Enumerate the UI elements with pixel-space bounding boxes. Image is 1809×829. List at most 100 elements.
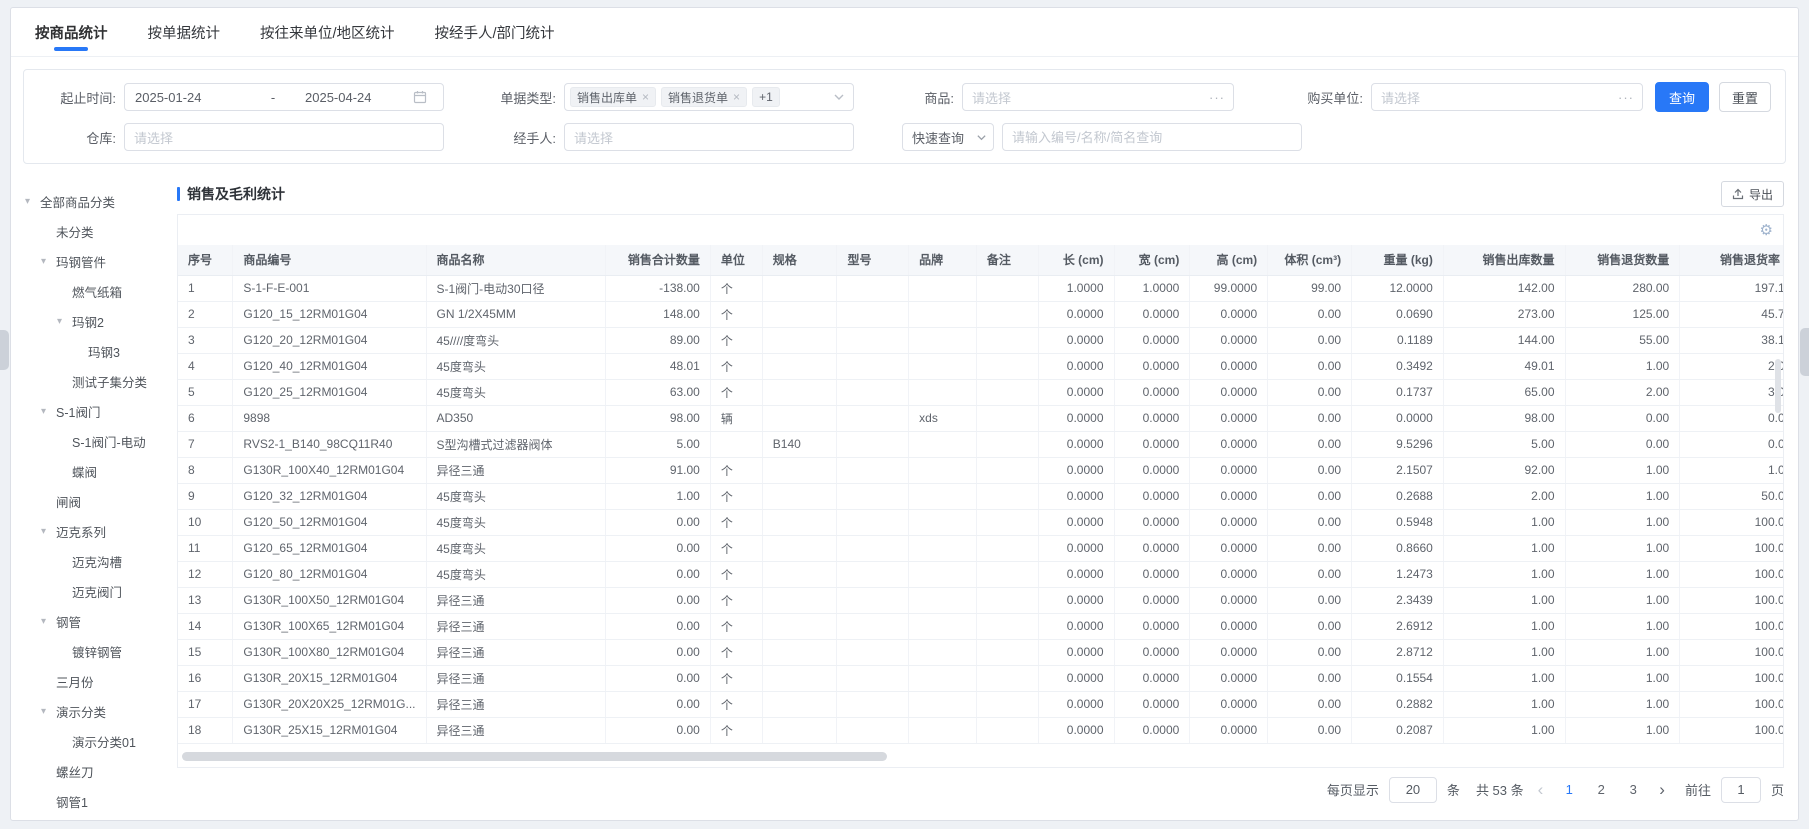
column-header[interactable]: 品牌 xyxy=(908,245,977,276)
column-header[interactable]: 销售退货数量 xyxy=(1565,245,1681,276)
tree-item[interactable]: 钢管1 xyxy=(17,786,163,816)
search-button[interactable]: 查询 xyxy=(1655,82,1709,112)
caret-down-icon: ▾ xyxy=(57,315,63,327)
goto-page-input[interactable] xyxy=(1721,781,1760,798)
table-cell: G130R_25X15_12RM01G04 xyxy=(232,717,427,744)
prev-page-icon[interactable]: ‹ xyxy=(1534,781,1548,798)
table-cell: 0.0000 xyxy=(1189,431,1269,458)
tree-item[interactable]: 闸阀 xyxy=(17,486,163,516)
horizontal-scrollbar-thumb[interactable] xyxy=(182,751,887,761)
table-row[interactable]: 10 G120_50_12RM01G04 45度弯头 0.00 个 0.0000 0.000… xyxy=(178,509,1783,536)
table-row[interactable]: 5 G120_25_12RM01G04 45度弯头 63.00 个 0.0000 0.000… xyxy=(178,379,1783,406)
column-header[interactable]: 备注 xyxy=(976,245,1039,276)
date-range-picker[interactable]: - xyxy=(124,83,444,111)
keyword-search-input[interactable] xyxy=(1003,124,1301,150)
table-row[interactable]: 1 S-1-F-E-001 S-1阀门-电动30口径 -138.00 个 1.0000 1.… xyxy=(178,275,1783,302)
quick-query-dropdown[interactable]: 快速查询 xyxy=(902,123,994,151)
warehouse-select[interactable]: 请选择 xyxy=(124,123,444,151)
table-row[interactable]: 14 G130R_100X65_12RM01G04 异径三通 0.00 个 0.0000 0… xyxy=(178,613,1783,640)
table-row[interactable]: 15 G130R_100X80_12RM01G04 异径三通 0.00 个 0.0000 0… xyxy=(178,639,1783,666)
table-row[interactable]: 11 G120_65_12RM01G04 45度弯头 0.00 个 0.0000 0.000… xyxy=(178,535,1783,562)
tree-item[interactable]: ▾ 玛钢管件 xyxy=(17,246,163,276)
page-number-1[interactable]: 1 xyxy=(1557,782,1581,797)
table-cell: 1.00 xyxy=(1443,535,1566,562)
column-header[interactable]: 单位 xyxy=(710,245,763,276)
table-row[interactable]: 12 G120_80_12RM01G04 45度弯头 0.00 个 0.0000 0.000… xyxy=(178,561,1783,588)
tree-item[interactable]: 三月份 xyxy=(17,666,163,696)
left-collapse-handle[interactable] xyxy=(0,330,9,370)
doc-type-multiselect[interactable]: 销售出库单 × 销售退货单 × +1 xyxy=(564,83,854,111)
table-cell: 45.79% xyxy=(1679,301,1783,328)
table-cell: 3.08% xyxy=(1679,379,1783,406)
date-separator: - xyxy=(270,89,276,105)
table-row[interactable]: 3 G120_20_12RM01G04 45////度弯头 89.00 个 0.0000 0… xyxy=(178,327,1783,354)
next-page-icon[interactable]: › xyxy=(1655,781,1669,798)
column-header[interactable]: 重量 (kg) xyxy=(1351,245,1444,276)
tree-item[interactable]: ▾ 迈克系列 xyxy=(17,516,163,546)
table-cell: 197.18% xyxy=(1679,275,1783,302)
column-header[interactable]: 销售退货率 (%) xyxy=(1679,245,1783,276)
column-header[interactable]: 规格 xyxy=(762,245,838,276)
tree-item[interactable]: ▾ 玛钢2 xyxy=(17,306,163,336)
tree-item[interactable]: ▾ 全部商品分类 xyxy=(17,186,163,216)
reset-button[interactable]: 重置 xyxy=(1719,82,1771,112)
column-header[interactable]: 销售合计数量 xyxy=(605,245,711,276)
tree-item[interactable]: 玛钢3 xyxy=(17,336,163,366)
per-page-input[interactable] xyxy=(1389,781,1436,798)
tab-4[interactable]: 按经手人/部门统计 xyxy=(435,8,555,56)
table-row[interactable]: 7 RVS2-1_B140_98CQ11R40 S型沟槽式过滤器阀体 5.00 B140… xyxy=(178,431,1783,458)
vertical-scrollbar-thumb[interactable] xyxy=(1775,359,1781,413)
column-header[interactable]: 序号 xyxy=(178,245,234,276)
product-select[interactable]: 请选择 ··· xyxy=(962,83,1234,111)
table-row[interactable]: 17 G130R_20X20X25_12RM01G... 异径三通 0.00 个 0.00… xyxy=(178,691,1783,718)
tree-item[interactable]: 未分类 xyxy=(17,216,163,246)
tree-item[interactable]: S-1阀门-电动 xyxy=(17,426,163,456)
tree-item[interactable]: 螺丝刀 xyxy=(17,756,163,786)
column-header[interactable]: 销售出库数量 xyxy=(1443,245,1566,276)
table-row[interactable]: 6 9898 AD350 98.00 辆 xds 0.0000 0.0000 0.0000 0.0… xyxy=(178,405,1783,432)
column-header[interactable]: 长 (cm) xyxy=(1038,245,1115,276)
tree-item[interactable]: 镀锌钢管 xyxy=(17,636,163,666)
table-row[interactable]: 4 G120_40_12RM01G04 45度弯头 48.01 个 0.0000 0.000… xyxy=(178,353,1783,380)
tree-item[interactable]: 蝶阀 xyxy=(17,456,163,486)
column-header[interactable]: 型号 xyxy=(836,245,910,276)
tree-item[interactable]: 迈克沟槽 xyxy=(17,546,163,576)
page-number-2[interactable]: 2 xyxy=(1589,782,1613,797)
column-header[interactable]: 商品编号 xyxy=(232,245,427,276)
table-row[interactable]: 9 G120_32_12RM01G04 45度弯头 1.00 个 0.0000 0.0000… xyxy=(178,483,1783,510)
buyer-select[interactable]: 请选择 ··· xyxy=(1371,83,1643,111)
table-row[interactable]: 2 G120_15_12RM01G04 GN 1/2X45MM 148.00 个 0.00… xyxy=(178,301,1783,328)
tree-item[interactable]: 燃气纸箱 xyxy=(17,276,163,306)
tree-item[interactable]: ▾ 钢管 xyxy=(17,606,163,636)
tab-3[interactable]: 按往来单位/地区统计 xyxy=(260,8,395,56)
column-header[interactable]: 宽 (cm) xyxy=(1114,245,1191,276)
ellipsis-icon[interactable]: ··· xyxy=(1209,90,1225,105)
tree-item[interactable]: ▾ 演示分类 xyxy=(17,696,163,726)
gear-icon[interactable]: ⚙ xyxy=(1760,223,1773,238)
table-row[interactable]: 8 G130R_100X40_12RM01G04 异径三通 91.00 个 0.0000 0… xyxy=(178,457,1783,484)
table-row[interactable]: 18 G130R_25X15_12RM01G04 异径三通 0.00 个 0.0000 0.… xyxy=(178,717,1783,744)
ellipsis-icon[interactable]: ··· xyxy=(1618,90,1634,105)
tree-item[interactable]: ▾ S-1阀门 xyxy=(17,396,163,426)
column-header[interactable]: 高 (cm) xyxy=(1189,245,1269,276)
tab-2[interactable]: 按单据统计 xyxy=(148,8,221,56)
export-button[interactable]: 导出 xyxy=(1720,181,1784,207)
tree-item[interactable]: 迈克阀门 xyxy=(17,576,163,606)
table-row[interactable]: 16 G130R_20X15_12RM01G04 异径三通 0.00 个 0.0000 0.… xyxy=(178,665,1783,692)
remove-tag-icon[interactable]: × xyxy=(733,90,740,104)
remove-tag-icon[interactable]: × xyxy=(642,90,649,104)
table-scroll-area[interactable]: 序号 商品编号 商品名称 销售合计数量 单位 规格 型号 品牌 备注长 (cm) 宽 (cm) 高 … xyxy=(178,245,1783,744)
keyword-search-box[interactable] xyxy=(1002,123,1302,151)
column-header[interactable]: 商品名称 xyxy=(426,245,606,276)
tab-1[interactable]: 按商品统计 xyxy=(35,8,108,56)
date-end-input[interactable] xyxy=(303,84,403,110)
tree-item[interactable]: 测试子集分类 xyxy=(17,366,163,396)
chevron-down-icon[interactable] xyxy=(833,91,845,103)
date-start-input[interactable] xyxy=(133,84,243,110)
column-header[interactable]: 体积 (cm³) xyxy=(1267,245,1353,276)
tree-item[interactable]: 演示分类01 xyxy=(17,726,163,756)
table-row[interactable]: 13 G130R_100X50_12RM01G04 异径三通 0.00 个 0.0000 0… xyxy=(178,587,1783,614)
handler-select[interactable]: 请选择 xyxy=(564,123,854,151)
page-number-3[interactable]: 3 xyxy=(1621,782,1645,797)
right-collapse-handle[interactable] xyxy=(1800,328,1809,376)
